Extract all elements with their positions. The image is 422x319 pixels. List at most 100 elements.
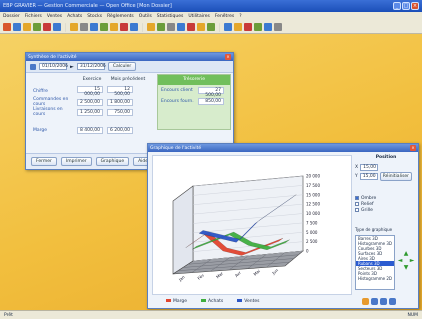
chart-side-wall	[172, 185, 194, 275]
chart-window-title: Graphique de l'activité	[150, 145, 202, 151]
toolbar	[0, 21, 422, 34]
toolbar-button-icon[interactable]	[207, 23, 215, 31]
cell-value: 8 400,00	[77, 127, 103, 134]
print-button[interactable]: Imprimer	[60, 157, 92, 166]
checkbox-grid[interactable]: Grille	[355, 207, 417, 213]
toolbar-button-icon[interactable]	[274, 23, 282, 31]
chart-legend: Marge Achats Ventes	[166, 299, 259, 304]
treasury-value: 850,00	[198, 98, 224, 105]
toolbar-button-icon[interactable]	[13, 23, 21, 31]
reset-button[interactable]: Réinitialiser	[379, 172, 413, 181]
export-icon[interactable]	[389, 298, 396, 305]
close-window-button[interactable]: Fermer	[31, 157, 57, 166]
toolbar-button-icon[interactable]	[33, 23, 41, 31]
toolbar-button-icon[interactable]	[53, 23, 61, 31]
menu-item-6[interactable]: Outils	[139, 14, 152, 19]
arrow-right-icon[interactable]: ►	[409, 258, 415, 264]
menu-item-8[interactable]: Utilitaires	[188, 14, 209, 19]
chart-type-label: Type de graphique	[355, 227, 393, 232]
toolbar-button-icon[interactable]	[157, 23, 165, 31]
menu-item-7[interactable]: Statistiques	[157, 14, 184, 19]
chart-button[interactable]: Graphique	[95, 157, 130, 166]
toolbar-button-icon[interactable]	[70, 23, 78, 31]
y-tick-label: 17 500	[306, 183, 320, 188]
copy-icon[interactable]	[371, 298, 378, 305]
toolbar-button-icon[interactable]	[110, 23, 118, 31]
chart-window-titlebar[interactable]: Graphique de l'activité ×	[148, 144, 418, 152]
treasury-row: Encours fourn. 850,00	[158, 96, 230, 107]
chart-window: Graphique de l'activité × 20 000 17 500 15…	[147, 143, 419, 309]
menu-item-3[interactable]: Achats	[67, 14, 82, 19]
toolbar-button-icon[interactable]	[264, 23, 272, 31]
menu-item-10[interactable]: ?	[239, 14, 241, 19]
chart-options-panel: Position X 15,00 Y 15,00 Réinitialiser O…	[355, 155, 417, 305]
close-button[interactable]: ×	[411, 2, 419, 10]
cell-value: 750,00	[107, 108, 133, 116]
toolbar-button-icon[interactable]	[234, 23, 242, 31]
y-tick-label: 20 000	[306, 174, 320, 179]
row-label: Marge	[33, 128, 48, 133]
maximize-button[interactable]: □	[402, 2, 410, 10]
calculate-button[interactable]: Calculer	[107, 62, 137, 71]
synthesis-close-button[interactable]: ×	[225, 54, 231, 60]
date-to-field[interactable]: 31/12/2006	[76, 63, 106, 70]
chart-type-option[interactable]: Histogramme 2D	[356, 276, 394, 281]
toolbar-button-icon[interactable]	[130, 23, 138, 31]
menu-item-9[interactable]: Fenêtres	[215, 14, 234, 19]
legend-swatch	[166, 299, 171, 302]
calendar-icon[interactable]	[30, 63, 36, 70]
date-from-field[interactable]: 01/10/2006	[39, 63, 68, 70]
toolbar-button-icon[interactable]	[43, 23, 51, 31]
arrow-down-icon[interactable]: ▼	[403, 265, 409, 271]
chart-type-list[interactable]: Barres 3D Histogramme 3D Courbes 3D Surface…	[355, 235, 395, 290]
y-field[interactable]: 15,00	[359, 173, 378, 180]
toolbar-button-icon[interactable]	[147, 23, 155, 31]
toolbar-button-icon[interactable]	[120, 23, 128, 31]
toolbar-button-icon[interactable]	[90, 23, 98, 31]
menu-item-1[interactable]: Fichiers	[25, 14, 42, 19]
toolbar-button-icon[interactable]	[254, 23, 262, 31]
menu-item-4[interactable]: Stocks	[87, 14, 102, 19]
toolbar-button-icon[interactable]	[187, 23, 195, 31]
menu-item-0[interactable]: Dossier	[3, 14, 20, 19]
status-num: NUM	[407, 312, 418, 318]
toolbar-button-icon[interactable]	[177, 23, 185, 31]
y-tick-label: 10 000	[306, 211, 320, 216]
toolbar-button-icon[interactable]	[23, 23, 31, 31]
toolbar-button-icon[interactable]	[167, 23, 175, 31]
toolbar-button-icon[interactable]	[3, 23, 11, 31]
synthesis-window-titlebar[interactable]: Synthèse de l'activité ×	[26, 53, 233, 61]
desktop-background: EBP GRAVIER — Gestion Commerciale — Open…	[0, 0, 422, 319]
print-icon[interactable]	[362, 298, 369, 305]
arrow-left-icon[interactable]: ◄	[397, 258, 403, 264]
arrow-up-icon[interactable]: ▲	[403, 251, 409, 257]
synthesis-window-title: Synthèse de l'activité	[28, 54, 77, 60]
minimize-button[interactable]: _	[393, 2, 401, 10]
arrow-right-icon: ►	[70, 63, 74, 70]
treasury-label: Encours fourn.	[161, 99, 194, 104]
treasury-row: Encours client 27 500,00	[158, 85, 230, 98]
toolbar-button-icon[interactable]	[197, 23, 205, 31]
x-field[interactable]: 15,00	[360, 164, 379, 171]
chart-close-button[interactable]: ×	[410, 145, 416, 151]
x-tick-label: Mar	[215, 271, 224, 280]
y-tick-label: 15 000	[306, 192, 320, 197]
toolbar-button-icon[interactable]	[224, 23, 232, 31]
x-label: X	[355, 165, 359, 170]
y-tick-label: 5 000	[306, 230, 318, 235]
toolbar-button-icon[interactable]	[244, 23, 252, 31]
x-tick-label: Mai	[252, 268, 261, 276]
toolbar-separator	[219, 22, 220, 32]
table-row: Chiffre 15 000,00 12 500,00	[31, 86, 135, 97]
save-icon[interactable]	[380, 298, 387, 305]
row-label: Livraisons en cours	[33, 107, 63, 117]
app-titlebar: EBP GRAVIER — Gestion Commerciale — Open…	[0, 0, 422, 12]
toolbar-button-icon[interactable]	[100, 23, 108, 31]
cell-value: 2 500,00	[77, 98, 103, 106]
menu-item-5[interactable]: Règlements	[107, 14, 134, 19]
table-row: Livraisons en cours 1 250,00 750,00	[31, 107, 135, 117]
status-text: Prêt	[4, 312, 13, 318]
table-row: Commandes en cours 2 500,00 1 800,00	[31, 97, 135, 107]
menu-item-2[interactable]: Ventes	[47, 14, 62, 19]
toolbar-button-icon[interactable]	[80, 23, 88, 31]
